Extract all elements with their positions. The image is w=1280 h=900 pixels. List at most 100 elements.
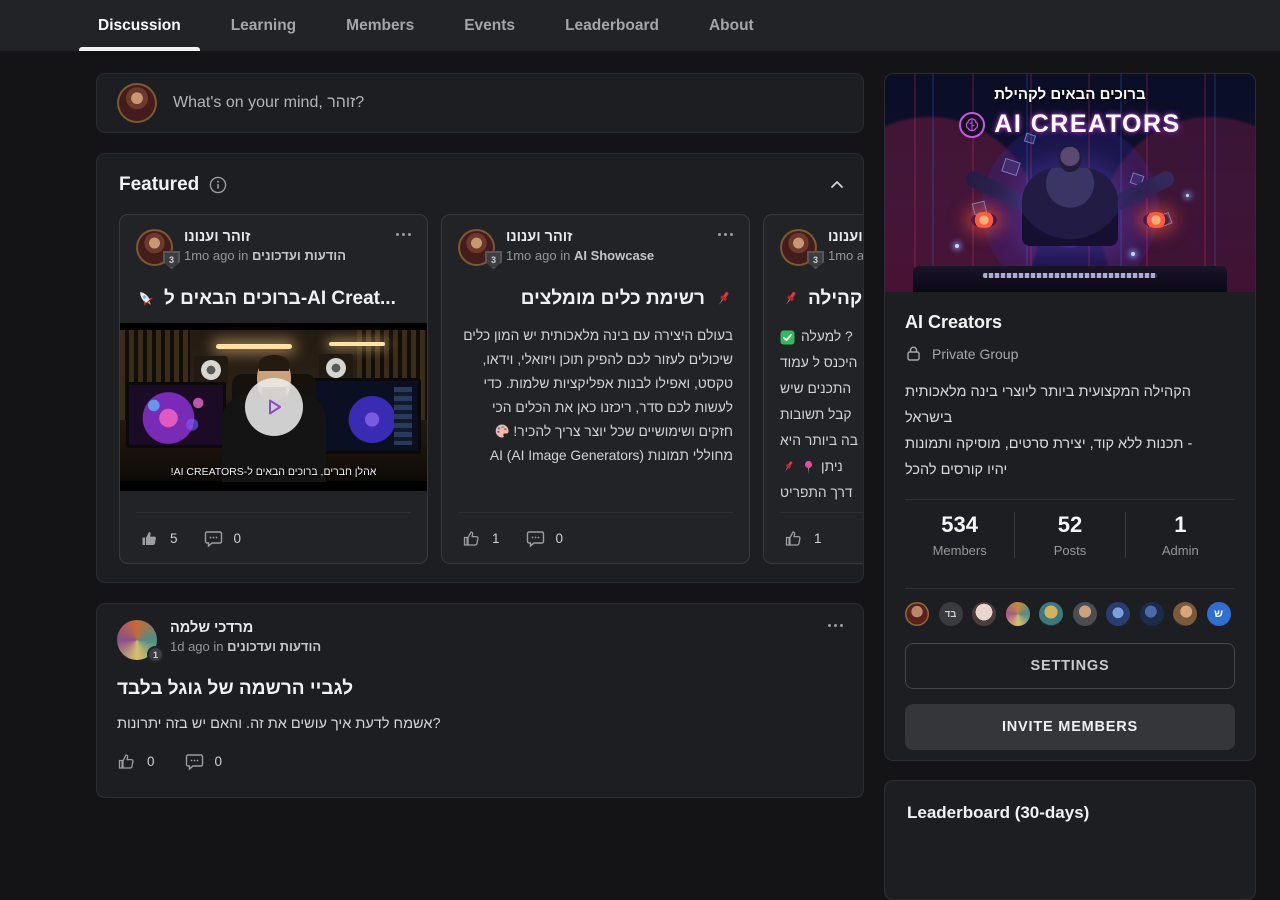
invite-members-button[interactable]: INVITE MEMBERS — [905, 704, 1235, 750]
comment-button[interactable]: 0 — [185, 752, 223, 771]
author-name[interactable]: זוהר וענונו — [828, 229, 864, 245]
post-menu-icon[interactable] — [396, 229, 411, 266]
avatar: 3 — [136, 229, 173, 266]
banner-group-title: AI CREATORS — [994, 110, 1180, 139]
banner-welcome-text: ברוכים הבאים לקהילת — [885, 86, 1255, 103]
like-button[interactable]: 1 — [462, 529, 500, 548]
post-body: בעולם היצירה עם בינה מלאכותית יש המון כל… — [458, 324, 733, 468]
video-thumbnail[interactable]: אהלן חברים, ברוכים הבאים ל-AI CREATORS! — [120, 323, 427, 491]
thumbs-up-icon — [462, 529, 481, 548]
post-title: רשימת כלים מומלצים — [458, 288, 733, 310]
composer-placeholder: What's on your mind, זוהר? — [173, 94, 364, 112]
comment-icon — [526, 529, 545, 548]
level-badge: 3 — [485, 251, 502, 269]
rocket-icon — [136, 289, 156, 309]
level-badge: 3 — [807, 251, 824, 269]
member-avatar[interactable] — [905, 602, 929, 626]
stat-admin[interactable]: 1 Admin — [1125, 512, 1235, 558]
comment-icon — [185, 752, 204, 771]
post-meta: 1mo ago in AI Showcase — [506, 248, 654, 263]
post-meta: 1d ago in הודעות ועדכונים — [170, 639, 321, 654]
post-body: אשמח לדעת איך עושים את זה. והאם יש בזה י… — [117, 716, 843, 732]
avatar: 1 — [117, 620, 157, 660]
post-menu-icon[interactable] — [828, 620, 843, 660]
info-icon[interactable] — [209, 176, 227, 194]
author-name[interactable]: זוהר וענונו — [506, 229, 654, 245]
brain-icon — [959, 112, 985, 138]
tab-discussion[interactable]: Discussion — [96, 17, 183, 35]
member-avatar[interactable]: ש — [1207, 602, 1231, 626]
like-button[interactable]: 5 — [140, 529, 178, 548]
member-avatar[interactable] — [1140, 602, 1164, 626]
group-card: ברוכים הבאים לקהילת AI CREATORS AI Creat… — [884, 73, 1256, 761]
author-name[interactable]: זוהר וענונו — [184, 229, 346, 245]
comment-button[interactable]: 0 — [526, 529, 564, 548]
pushpin-icon — [780, 289, 800, 309]
featured-card-tools[interactable]: 3 זוהר וענונו 1mo ago in AI Showcase רשי… — [441, 214, 750, 564]
post-body: למעלה ? היכנס ל עמוד התכנים שיש קבל תשוב… — [780, 324, 864, 506]
stat-members[interactable]: 534 Members — [905, 512, 1014, 558]
level-badge: 3 — [163, 251, 180, 269]
post-title: ברוכים הבאים ל-AI Creat... — [136, 288, 411, 310]
post-title: קהילה — [780, 288, 864, 310]
like-button[interactable]: 1 — [784, 529, 822, 548]
tab-events[interactable]: Events — [462, 17, 517, 35]
thumbs-up-icon — [140, 529, 159, 548]
member-avatars: בד ש — [905, 589, 1235, 628]
avatar: 3 — [780, 229, 817, 266]
member-avatar[interactable]: בד — [939, 602, 963, 626]
banner-desk — [913, 266, 1227, 292]
current-user-avatar — [117, 83, 157, 123]
comment-button[interactable]: 0 — [204, 529, 242, 548]
member-avatar[interactable] — [1173, 602, 1197, 626]
featured-card-community[interactable]: 3 זוהר וענונו 1mo ago in קהילה — [763, 214, 864, 564]
feed-post[interactable]: 1 מרדכי שלמה 1d ago in הודעות ועדכונים ל… — [96, 603, 864, 798]
post-meta: 1mo ago in — [828, 248, 864, 263]
lock-icon — [905, 345, 922, 362]
member-avatar[interactable] — [1006, 602, 1030, 626]
top-nav: Discussion Learning Members Events Leade… — [0, 0, 1280, 51]
like-button[interactable]: 0 — [117, 752, 155, 771]
featured-carousel: 3 זוהר וענונו 1mo ago in הודעות ועדכונים… — [119, 214, 864, 564]
check-icon — [780, 330, 795, 345]
tab-leaderboard[interactable]: Leaderboard — [563, 17, 661, 35]
chevron-up-icon[interactable] — [829, 177, 845, 193]
nav-tabs: Discussion Learning Members Events Leade… — [96, 0, 756, 51]
post-meta: 1mo ago in הודעות ועדכונים — [184, 248, 346, 263]
post-menu-icon[interactable] — [718, 229, 733, 266]
leaderboard-title: Leaderboard (30-days) — [907, 803, 1233, 823]
tab-about[interactable]: About — [707, 17, 756, 35]
play-button[interactable] — [245, 378, 303, 436]
featured-title: Featured — [119, 174, 199, 196]
round-pin-icon — [802, 460, 815, 475]
monitor-right — [313, 378, 421, 454]
monitor-left — [126, 382, 226, 448]
author-name[interactable]: מרדכי שלמה — [170, 620, 321, 636]
avatar: 3 — [458, 229, 495, 266]
tab-members[interactable]: Members — [344, 17, 416, 35]
post-title: לגביי הרשמה של גוגל בלבד — [117, 678, 843, 700]
featured-section: Featured 3 זוהר וענונו 1mo ago in הודעות… — [96, 153, 864, 583]
video-caption: אהלן חברים, ברוכים הבאים ל-AI CREATORS! — [120, 466, 427, 478]
featured-card-welcome[interactable]: 3 זוהר וענונו 1mo ago in הודעות ועדכונים… — [119, 214, 428, 564]
stat-posts[interactable]: 52 Posts — [1014, 512, 1124, 558]
thumbs-up-icon — [117, 752, 136, 771]
level-badge: 1 — [147, 646, 164, 663]
post-composer[interactable]: What's on your mind, זוהר? — [96, 73, 864, 133]
group-stats: 534 Members 52 Posts 1 Admin — [905, 500, 1235, 572]
banner-figure — [1022, 168, 1118, 246]
privacy-label: Private Group — [932, 346, 1018, 362]
settings-button[interactable]: SETTINGS — [905, 643, 1235, 689]
group-description: הקהילה המקצועית ביותר ליוצרי בינה מלאכות… — [905, 379, 1235, 483]
group-banner: ברוכים הבאים לקהילת AI CREATORS — [885, 74, 1255, 292]
member-avatar[interactable] — [972, 602, 996, 626]
comment-icon — [204, 529, 223, 548]
member-avatar[interactable] — [1073, 602, 1097, 626]
pushpin-icon — [780, 459, 796, 475]
member-avatar[interactable] — [1039, 602, 1063, 626]
member-avatar[interactable] — [1106, 602, 1130, 626]
tab-learning[interactable]: Learning — [229, 17, 298, 35]
palette-icon — [494, 423, 510, 439]
group-name: AI Creators — [905, 312, 1235, 333]
thumbs-up-icon — [784, 529, 803, 548]
